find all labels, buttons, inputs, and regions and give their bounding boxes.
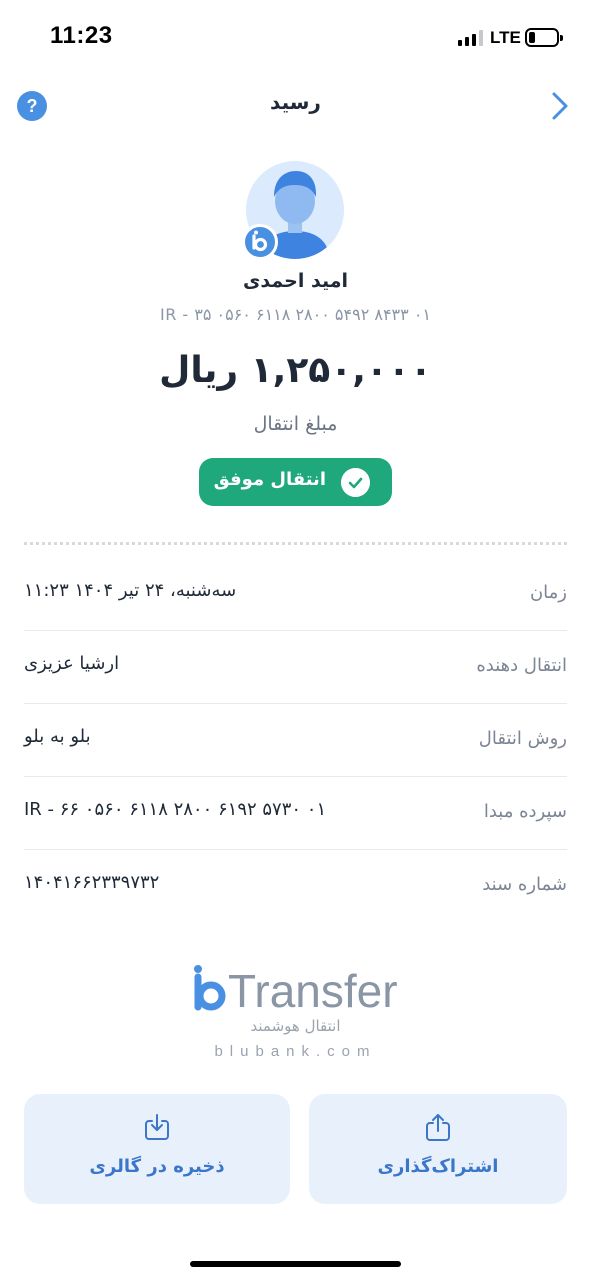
detail-row-time: زمان ۱۱:۲۳ سه‌شنبه، ۲۴ تیر ۱۴۰۴ xyxy=(24,558,567,631)
detail-value: ارشیا عزیزی xyxy=(24,653,120,674)
detail-label: شماره سند xyxy=(482,874,567,895)
detail-row-document-number: شماره سند ۱۴۰۴۱۶۶۲۳۳۹۷۳۲ xyxy=(24,850,567,923)
bank-logo-icon xyxy=(242,224,278,260)
detail-value: ۱۱:۲۳ سه‌شنبه، ۲۴ تیر ۱۴۰۴ xyxy=(24,580,237,601)
detail-label: انتقال دهنده xyxy=(476,655,567,676)
status-badge: انتقال موفق xyxy=(199,458,392,506)
transfer-amount: ۱,۲۵۰,۰۰۰ ریال xyxy=(159,350,432,391)
detail-value: بلو به بلو xyxy=(24,726,91,747)
amount-label: مبلغ انتقال xyxy=(253,413,338,435)
recipient-name: امید احمدی xyxy=(243,270,348,292)
svg-text:Transfer: Transfer xyxy=(228,965,398,1015)
battery-icon xyxy=(525,28,563,47)
detail-value: ۱۴۰۴۱۶۶۲۳۳۹۷۳۲ xyxy=(24,872,160,893)
chevron-right-icon[interactable] xyxy=(545,90,575,122)
divider xyxy=(24,542,567,545)
network-type: LTE xyxy=(490,28,521,47)
detail-row-sender: انتقال دهنده ارشیا عزیزی xyxy=(24,631,567,704)
status-label: انتقال موفق xyxy=(213,469,326,490)
brand-footer: Transfer انتقال هوشمند blubank.com xyxy=(0,955,591,1065)
status-bar: 11:23 LTE xyxy=(0,0,591,76)
detail-label: زمان xyxy=(529,582,567,603)
status-time: 11:23 xyxy=(50,22,113,49)
page-title: رسید xyxy=(270,90,321,114)
share-label: اشتراک‌گذاری xyxy=(377,1156,499,1177)
check-icon xyxy=(341,468,370,497)
save-label: ذخیره در گالری xyxy=(89,1156,225,1177)
brand-tagline: انتقال هوشمند xyxy=(250,1017,341,1035)
btransfer-logo: Transfer xyxy=(194,965,398,1015)
detail-row-method: روش انتقال بلو به بلو xyxy=(24,704,567,777)
home-indicator[interactable] xyxy=(190,1261,401,1267)
download-icon xyxy=(145,1114,169,1140)
share-button[interactable]: اشتراک‌گذاری xyxy=(309,1094,567,1204)
detail-label: روش انتقال xyxy=(478,728,567,749)
detail-value: IR - ۶۶ ۰۵۶۰ ۶۱۱۸ ۲۸۰۰ ۶۱۹۲ ۵۷۳۰ ۰۱ xyxy=(24,799,327,820)
signal-icon xyxy=(458,30,484,46)
detail-row-source-account: سپرده مبدا IR - ۶۶ ۰۵۶۰ ۶۱۱۸ ۲۸۰۰ ۶۱۹۲ ۵… xyxy=(24,777,567,850)
detail-label: سپرده مبدا xyxy=(483,801,567,822)
recipient-iban: IR - ۳۵ ۰۵۶۰ ۶۱۱۸ ۲۸۰۰ ۵۴۹۲ ۸۴۳۳ ۰۱ xyxy=(159,305,432,324)
brand-domain: blubank.com xyxy=(214,1043,377,1060)
nav-bar: ? رسید xyxy=(0,78,591,134)
save-to-gallery-button[interactable]: ذخیره در گالری xyxy=(24,1094,290,1204)
share-icon xyxy=(426,1114,450,1141)
recipient-avatar xyxy=(242,161,346,261)
